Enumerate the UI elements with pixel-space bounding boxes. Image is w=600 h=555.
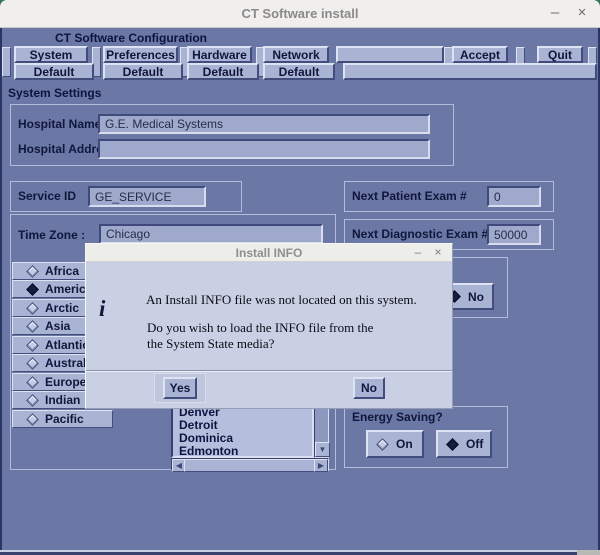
install-info-dialog: Install INFO – × i An Install INFO file … bbox=[85, 243, 453, 409]
dialog-message-line3: the System State media? bbox=[147, 336, 274, 352]
energy-off-button[interactable]: Off bbox=[436, 430, 492, 458]
radio-diamond-icon bbox=[26, 394, 39, 407]
region-pacific-button[interactable]: Pacific bbox=[12, 410, 113, 428]
dialog-message-line1: An Install INFO file was not located on … bbox=[146, 292, 417, 308]
network-default-button[interactable]: Default bbox=[263, 63, 335, 80]
energy-saving-label: Energy Saving? bbox=[352, 410, 443, 424]
menu-hardware-button[interactable]: Hardware bbox=[187, 46, 252, 63]
dialog-minimize-icon[interactable]: – bbox=[410, 244, 426, 262]
dialog-titlebar[interactable]: Install INFO – × bbox=[86, 244, 452, 262]
hospital-name-field[interactable]: G.E. Medical Systems bbox=[98, 114, 430, 134]
radio-diamond-icon bbox=[26, 339, 39, 352]
daylight-no-label: No bbox=[468, 290, 484, 304]
hospital-address-field[interactable] bbox=[98, 139, 430, 159]
radio-diamond-icon bbox=[26, 283, 39, 296]
radio-diamond-icon bbox=[26, 376, 39, 389]
radio-diamond-icon bbox=[26, 302, 39, 315]
region-label: Pacific bbox=[45, 412, 84, 426]
hardware-default-button[interactable]: Default bbox=[187, 63, 259, 80]
radio-diamond-icon bbox=[376, 438, 389, 451]
preferences-default-button[interactable]: Default bbox=[103, 63, 183, 80]
window-title: CT Software install bbox=[0, 0, 600, 28]
next-diagnostic-exam-label: Next Diagnostic Exam # bbox=[352, 227, 488, 241]
system-default-button[interactable]: Default bbox=[14, 63, 94, 80]
radio-diamond-icon bbox=[26, 413, 39, 426]
menu-network-button[interactable]: Network bbox=[263, 46, 329, 63]
quit-button[interactable]: Quit bbox=[537, 46, 583, 63]
energy-off-label: Off bbox=[466, 437, 483, 451]
list-item[interactable]: Dominica bbox=[179, 431, 233, 445]
list-item[interactable]: Detroit bbox=[179, 418, 218, 432]
menu-separator bbox=[2, 47, 11, 77]
next-patient-exam-field[interactable]: 0 bbox=[487, 186, 541, 207]
scrollbar-thumb[interactable] bbox=[184, 459, 318, 472]
radio-diamond-icon bbox=[26, 357, 39, 370]
scroll-right-arrow-icon[interactable]: ▶ bbox=[314, 459, 328, 472]
service-id-field[interactable]: GE_SERVICE bbox=[88, 186, 206, 207]
dialog-no-button[interactable]: No bbox=[353, 377, 385, 399]
time-zone-label: Time Zone : bbox=[18, 228, 85, 242]
next-patient-exam-label: Next Patient Exam # bbox=[352, 189, 467, 203]
region-label: Africa bbox=[45, 264, 79, 278]
radio-diamond-icon bbox=[26, 320, 39, 333]
menu-system-button[interactable]: System bbox=[14, 46, 88, 63]
dialog-yes-button[interactable]: Yes bbox=[163, 377, 197, 399]
window-frame-left bbox=[0, 28, 2, 555]
resize-corner[interactable] bbox=[577, 550, 600, 555]
accept-button[interactable]: Accept bbox=[452, 46, 508, 63]
minimize-icon[interactable]: – bbox=[545, 0, 565, 28]
region-label: Asia bbox=[45, 319, 70, 333]
list-item[interactable]: Edmonton bbox=[179, 444, 238, 458]
time-zone-field[interactable]: Chicago bbox=[99, 224, 323, 244]
dialog-close-icon[interactable]: × bbox=[430, 244, 446, 262]
close-icon[interactable]: × bbox=[572, 0, 592, 28]
region-label: Europe bbox=[45, 375, 86, 389]
dialog-message-line2: Do you wish to load the INFO file from t… bbox=[147, 320, 373, 336]
scroll-down-arrow-icon[interactable]: ▼ bbox=[315, 442, 330, 457]
menu-blank-panel bbox=[336, 46, 444, 63]
menu-preferences-button[interactable]: Preferences bbox=[103, 46, 178, 63]
region-label: Atlantic bbox=[45, 338, 89, 352]
dialog-title: Install INFO bbox=[86, 244, 452, 262]
horizontal-scrollbar[interactable]: ◀ ▶ bbox=[171, 458, 329, 471]
section-title: System Settings bbox=[8, 86, 101, 100]
service-id-label: Service ID bbox=[18, 189, 76, 203]
app-title: CT Software Configuration bbox=[55, 31, 207, 45]
region-label: Indian bbox=[45, 393, 80, 407]
menu-blank-panel bbox=[343, 63, 597, 80]
next-diagnostic-exam-field[interactable]: 50000 bbox=[487, 224, 541, 245]
energy-on-label: On bbox=[396, 437, 413, 451]
dialog-separator bbox=[86, 370, 452, 372]
energy-on-button[interactable]: On bbox=[366, 430, 424, 458]
info-icon: i bbox=[99, 296, 105, 322]
radio-diamond-icon bbox=[26, 265, 39, 278]
hospital-name-label: Hospital Name bbox=[18, 117, 101, 131]
region-label: Arctic bbox=[45, 301, 79, 315]
radio-diamond-icon bbox=[446, 438, 459, 451]
main-window: CT Software install – × CT Software Conf… bbox=[0, 0, 600, 555]
window-titlebar[interactable]: CT Software install – × bbox=[0, 0, 600, 28]
